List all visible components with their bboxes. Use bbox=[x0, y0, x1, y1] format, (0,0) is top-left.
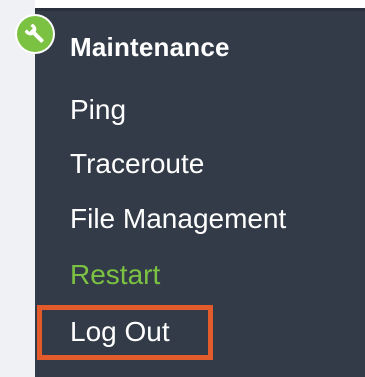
menu-panel-top-border bbox=[35, 8, 365, 11]
menu-item-ping[interactable]: Ping bbox=[70, 92, 126, 128]
wrench-icon bbox=[17, 16, 53, 52]
menu-heading: Maintenance bbox=[70, 32, 230, 62]
menu-item-restart[interactable]: Restart bbox=[70, 257, 160, 293]
menu-item-file-management[interactable]: File Management bbox=[70, 201, 286, 237]
log-out-highlight-box bbox=[37, 305, 213, 360]
left-page-strip bbox=[0, 0, 35, 377]
menu-item-traceroute[interactable]: Traceroute bbox=[70, 146, 204, 182]
